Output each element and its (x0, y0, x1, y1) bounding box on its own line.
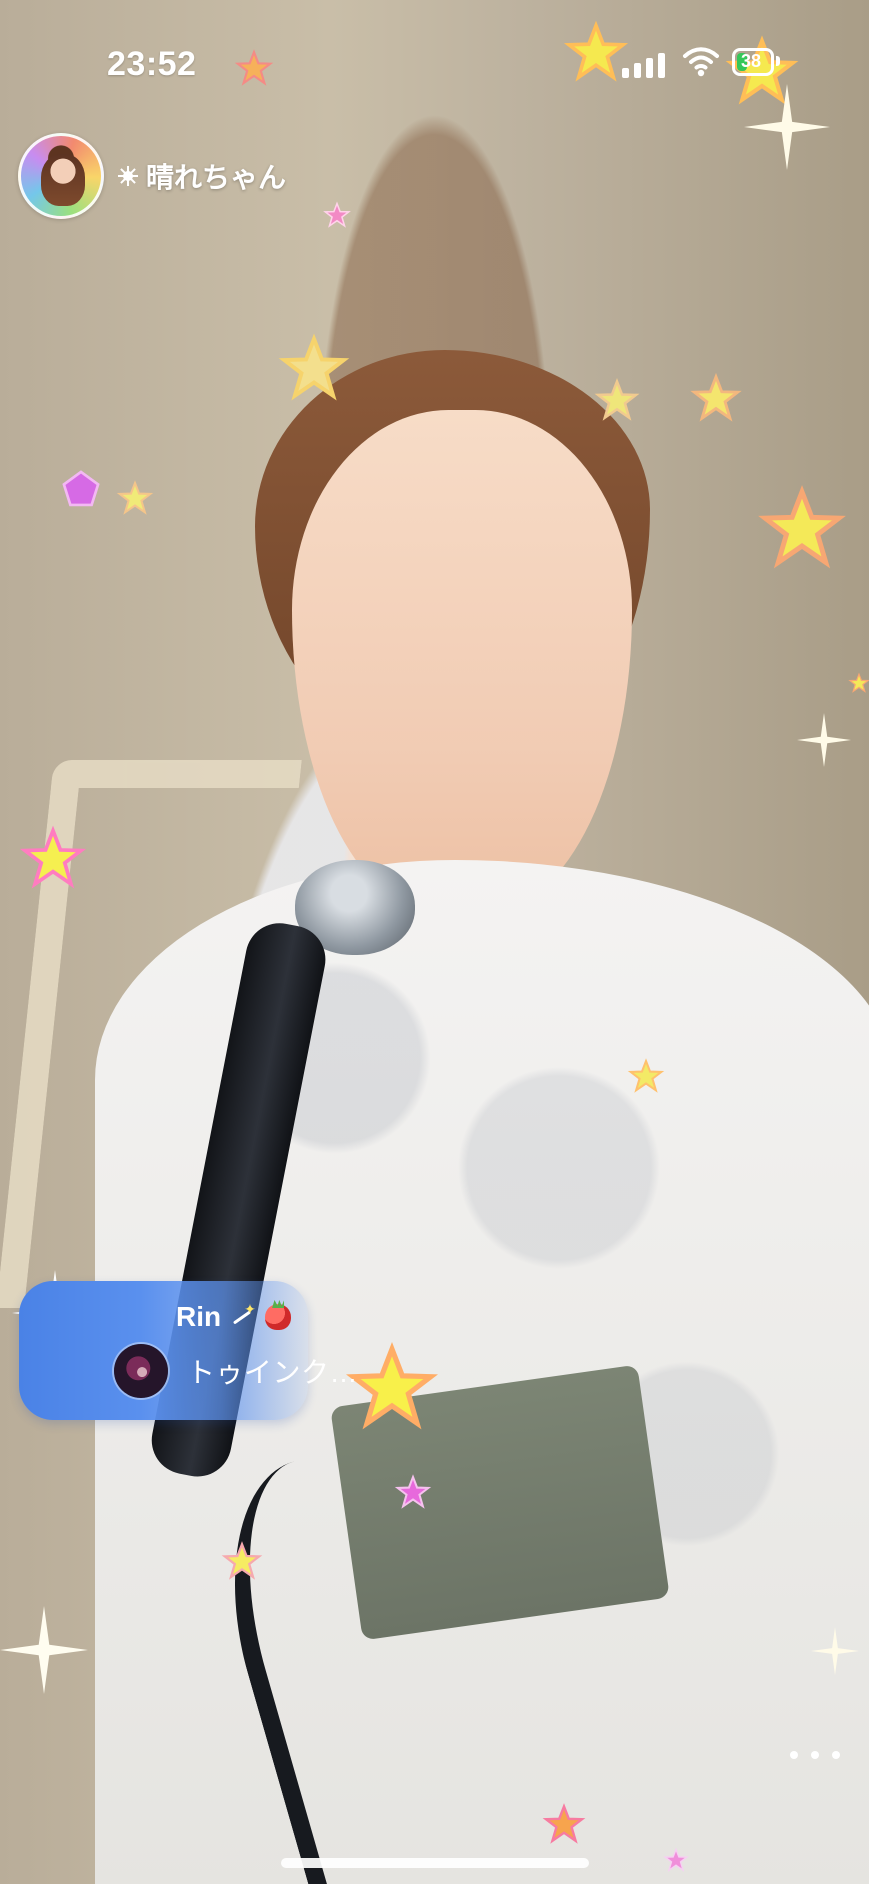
host-name-container: 晴れちゃん (118, 156, 286, 196)
battery-icon: 38 (732, 48, 780, 76)
more-dot (790, 1751, 798, 1759)
magic-wand-icon (229, 1301, 257, 1329)
sun-icon (118, 166, 138, 186)
comment-user-name: Rin (176, 1301, 222, 1332)
host-avatar[interactable] (18, 133, 104, 219)
status-time: 23:52 (107, 45, 197, 83)
performer-face (292, 410, 632, 910)
more-dot (832, 1751, 840, 1759)
host-name: 晴れちゃん (146, 162, 287, 193)
wifi-icon (681, 44, 721, 78)
comment-text: トゥインク… (187, 1357, 359, 1388)
signal-bar-2 (634, 63, 641, 78)
comment-user-avatar (114, 1344, 168, 1398)
signal-bar-3 (646, 58, 653, 78)
signal-bar-1 (622, 68, 629, 78)
status-bar: 23:52 38 (0, 0, 869, 120)
signal-bar-4 (658, 53, 665, 78)
more-options-button[interactable] (790, 1743, 840, 1767)
home-indicator (281, 1858, 589, 1868)
live-stream-background (0, 0, 869, 1884)
cellular-signal-icon (622, 48, 666, 78)
host-profile-chip[interactable]: 晴れちゃん (18, 131, 286, 221)
more-dot (811, 1751, 819, 1759)
strawberry-icon (265, 1304, 292, 1330)
battery-tip (776, 56, 780, 66)
comment-card[interactable]: Rin トゥインク… (19, 1281, 358, 1420)
comment-user-row: Rin (176, 1301, 292, 1333)
battery-percentage: 38 (740, 51, 762, 71)
